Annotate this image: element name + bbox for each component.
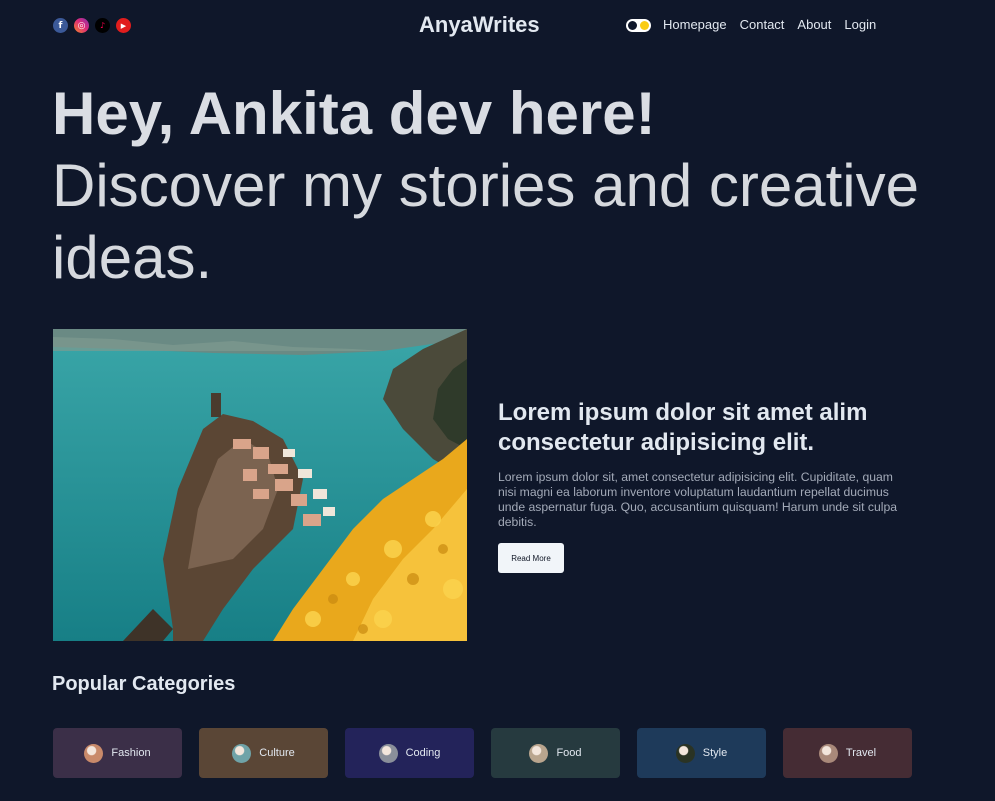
hero-greeting: Hey, Ankita dev here! — [52, 80, 656, 147]
travel-thumbnail — [818, 743, 838, 763]
toggle-knob — [628, 21, 637, 30]
category-label: Fashion — [111, 747, 151, 759]
site-logo[interactable]: AnyaWrites — [419, 12, 540, 38]
nav-login-link[interactable]: Login — [844, 17, 876, 32]
category-label: Coding — [405, 747, 441, 759]
category-style[interactable]: Style — [637, 728, 766, 778]
nav-contact-link[interactable]: Contact — [740, 17, 785, 32]
category-food[interactable]: Food — [491, 728, 620, 778]
style-thumbnail — [675, 743, 695, 763]
youtube-icon[interactable]: ▶ — [116, 18, 131, 33]
facebook-icon[interactable]: f — [53, 18, 68, 33]
category-label: Travel — [845, 747, 877, 759]
instagram-icon[interactable]: ◎ — [74, 18, 89, 33]
coding-thumbnail — [378, 743, 398, 763]
category-travel[interactable]: Travel — [783, 728, 912, 778]
hero-tagline: Discover my stories and creative ideas. — [52, 152, 919, 291]
sun-icon — [640, 21, 649, 30]
read-more-button[interactable]: Read More — [498, 543, 564, 573]
category-culture[interactable]: Culture — [199, 728, 328, 778]
category-label: Food — [556, 747, 582, 759]
nav-about-link[interactable]: About — [797, 17, 831, 32]
featured-post-excerpt: Lorem ipsum dolor sit, amet consectetur … — [498, 470, 898, 529]
theme-toggle[interactable] — [626, 19, 651, 32]
main-nav: Homepage Contact About Login — [663, 17, 876, 32]
featured-post-title[interactable]: Lorem ipsum dolor sit amet alim consecte… — [498, 398, 918, 458]
culture-thumbnail — [232, 743, 252, 763]
fashion-thumbnail — [84, 743, 104, 763]
category-list: Fashion Culture Coding Food Style Travel — [53, 728, 912, 778]
social-links: f ◎ ♪ ▶ — [53, 18, 131, 33]
food-thumbnail — [529, 743, 549, 763]
category-label: Style — [702, 747, 728, 759]
nav-homepage-link[interactable]: Homepage — [663, 17, 727, 32]
category-coding[interactable]: Coding — [345, 728, 474, 778]
navbar: f ◎ ♪ ▶ AnyaWrites Homepage Contact Abou… — [0, 0, 995, 52]
popular-categories-title: Popular Categories — [52, 673, 236, 695]
hero-heading: Hey, Ankita dev here! Discover my storie… — [52, 78, 952, 294]
category-fashion[interactable]: Fashion — [53, 728, 182, 778]
featured-post-image[interactable] — [53, 329, 467, 641]
category-label: Culture — [259, 747, 295, 759]
tiktok-icon[interactable]: ♪ — [95, 18, 110, 33]
